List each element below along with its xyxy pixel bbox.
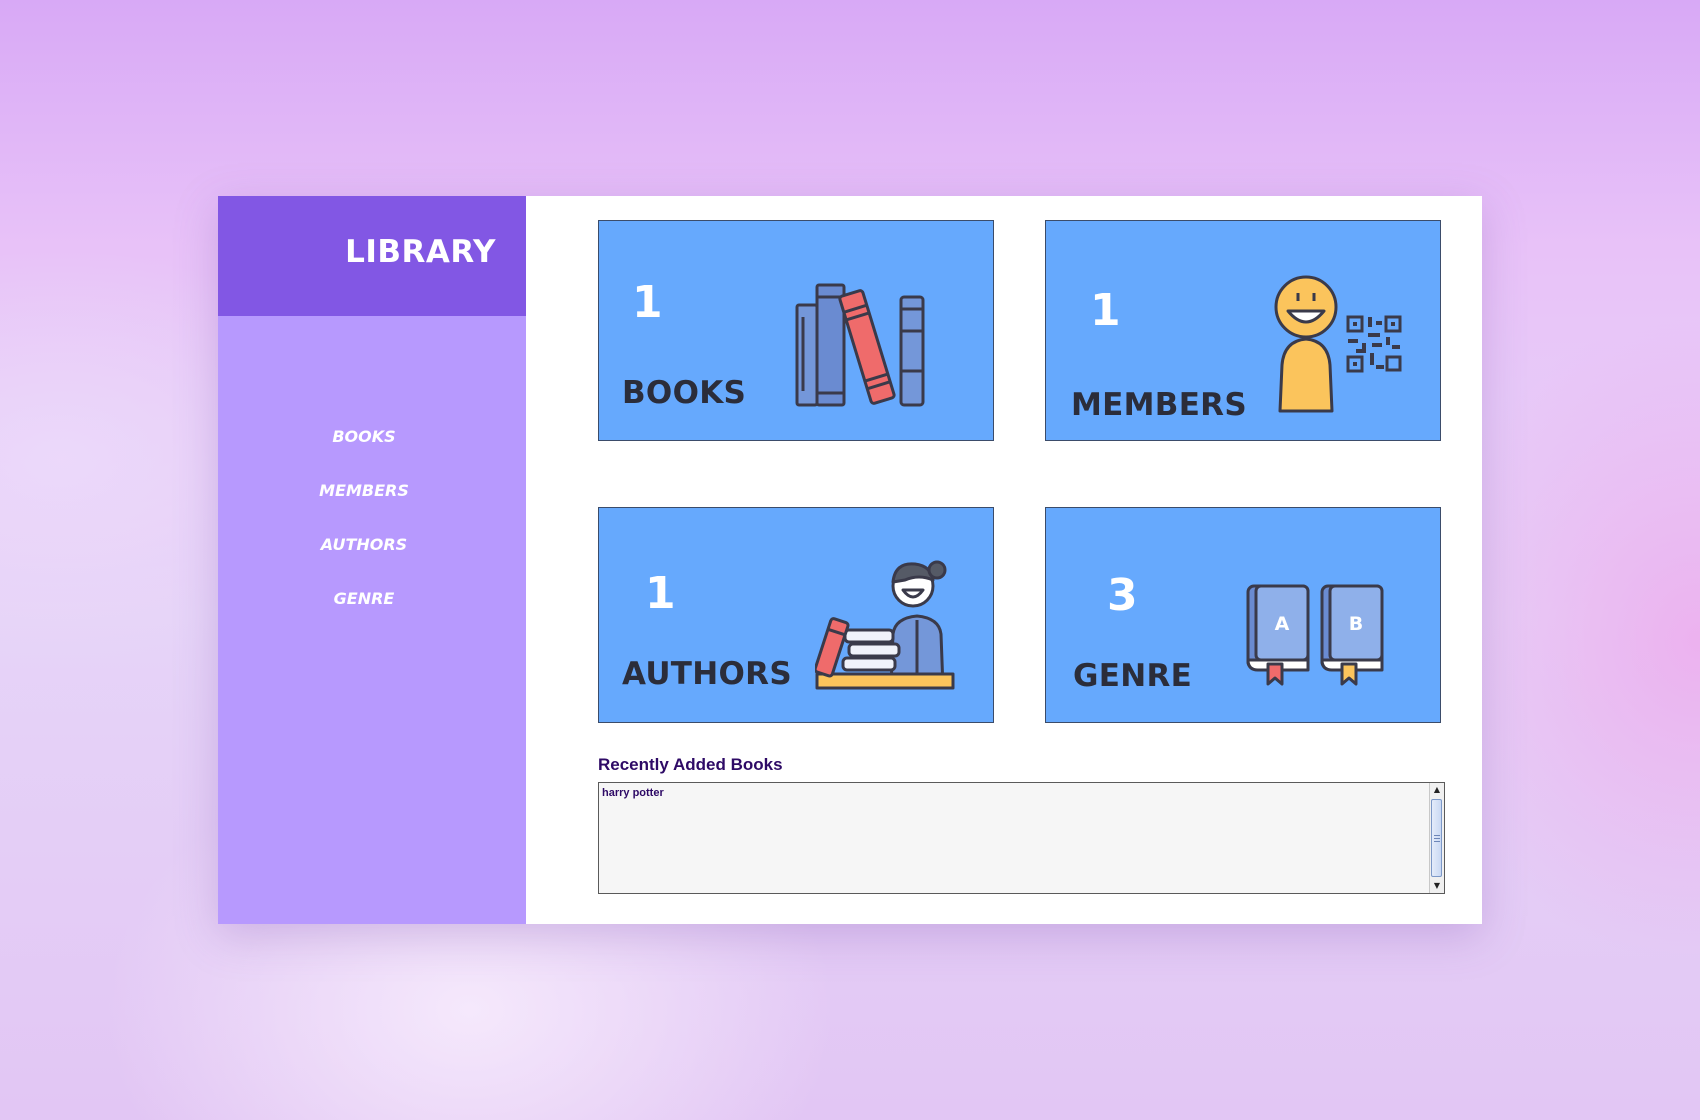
books-card[interactable]: 1 BOOKS bbox=[598, 220, 994, 441]
brand-header: LIBRARY bbox=[218, 196, 526, 316]
genre-book-letter-a: A bbox=[1275, 613, 1290, 635]
genre-label: GENRE bbox=[1073, 658, 1193, 694]
genre-book-letter-b: B bbox=[1349, 613, 1363, 635]
sidebar-item-genre[interactable]: GENRE bbox=[218, 582, 510, 636]
app-window: LIBRARY BOOKS MEMBERS AUTHORS GENRE 1 BO… bbox=[218, 196, 1482, 924]
authors-card[interactable]: 1 AUTHORS bbox=[598, 507, 994, 723]
recent-books-list[interactable]: harry potter ▲ ▼ bbox=[598, 782, 1445, 894]
scroll-up-arrow-icon[interactable]: ▲ bbox=[1430, 783, 1444, 797]
scroll-thumb[interactable] bbox=[1431, 799, 1442, 877]
sidebar-item-authors[interactable]: AUTHORS bbox=[218, 528, 510, 582]
app-title: LIBRARY bbox=[345, 234, 496, 270]
authors-label: AUTHORS bbox=[622, 656, 792, 692]
members-card[interactable]: 1 MEMBERS bbox=[1045, 220, 1441, 441]
books-count: 1 bbox=[632, 277, 663, 328]
genre-count: 3 bbox=[1107, 570, 1138, 621]
books-label: BOOKS bbox=[622, 375, 747, 411]
members-count: 1 bbox=[1090, 285, 1121, 336]
scroll-down-arrow-icon[interactable]: ▼ bbox=[1430, 879, 1444, 893]
recent-books-title: Recently Added Books bbox=[598, 755, 783, 774]
genre-books-icon: A B bbox=[1246, 584, 1384, 686]
books-icon bbox=[795, 283, 925, 407]
scrollbar[interactable]: ▲ ▼ bbox=[1429, 783, 1444, 893]
member-qr-icon bbox=[1274, 275, 1402, 413]
genre-card[interactable]: 3 GENRE A B bbox=[1045, 507, 1441, 723]
sidebar: LIBRARY BOOKS MEMBERS AUTHORS GENRE bbox=[218, 196, 526, 924]
sidebar-nav: BOOKS MEMBERS AUTHORS GENRE bbox=[218, 420, 510, 636]
members-label: MEMBERS bbox=[1071, 387, 1247, 423]
list-item[interactable]: harry potter bbox=[602, 787, 664, 799]
sidebar-item-books[interactable]: BOOKS bbox=[218, 420, 510, 474]
author-icon bbox=[815, 560, 955, 690]
sidebar-item-members[interactable]: MEMBERS bbox=[218, 474, 510, 528]
authors-count: 1 bbox=[645, 568, 676, 619]
